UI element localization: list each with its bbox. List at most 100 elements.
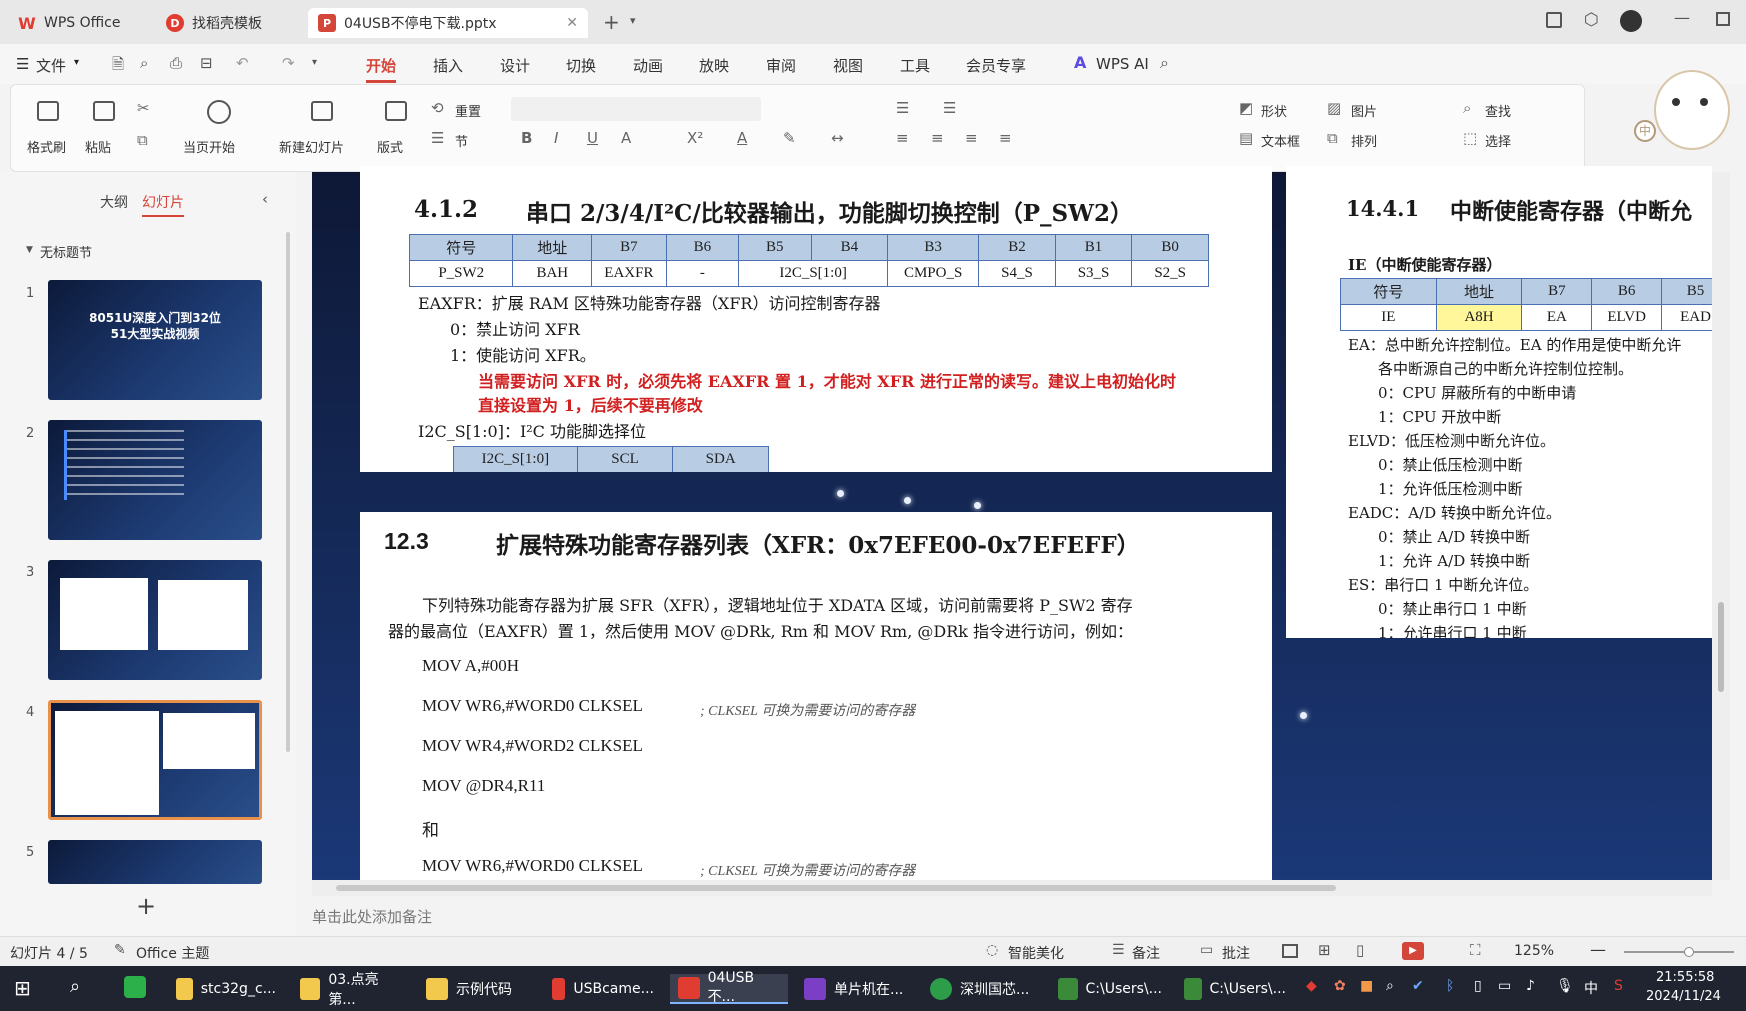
volume-icon[interactable]: ♪	[1526, 978, 1535, 994]
windows-start-icon[interactable]: ⊞	[14, 976, 31, 1000]
slide-thumbnail-4-selected[interactable]	[48, 700, 262, 820]
panel-scrollbar[interactable]	[286, 232, 290, 752]
from-current-button[interactable]: 当页开始	[183, 137, 235, 156]
menu-home[interactable]: 开始	[366, 55, 397, 83]
avatar[interactable]	[1620, 10, 1642, 32]
vertical-scrollbar[interactable]	[1712, 172, 1730, 880]
horizontal-scrollbar[interactable]	[312, 880, 1712, 896]
slide-thumbnail-3[interactable]	[48, 560, 262, 680]
paste-button[interactable]: 粘贴	[85, 137, 111, 156]
menu-view[interactable]: 视图	[833, 55, 863, 76]
taskbar-item-mcu[interactable]: 单片机在...	[796, 974, 914, 1004]
tray-app-icon[interactable]: ✿	[1334, 978, 1346, 994]
copy-icon[interactable]: ⧉	[137, 131, 148, 149]
play-slideshow-icon[interactable]: ▶	[1402, 942, 1424, 960]
reading-view-icon[interactable]: ▯	[1356, 941, 1364, 959]
taskbar-item-usbcamera[interactable]: USBcame...	[544, 974, 662, 1004]
slide-thumbnail-1[interactable]: 8051U深度入门到32位 51大型实战视频	[48, 280, 262, 400]
comment-button[interactable]: 批注	[1222, 943, 1250, 963]
sorter-view-icon[interactable]: ⊞	[1318, 941, 1331, 959]
wechat-icon[interactable]	[124, 976, 146, 998]
window-layout-icon[interactable]	[1546, 12, 1562, 28]
scroll-thumb[interactable]	[1718, 602, 1724, 692]
menu-file[interactable]: 文件	[36, 55, 66, 76]
tab-template[interactable]: D 找稻壳模板	[156, 8, 302, 38]
menu-review[interactable]: 审阅	[766, 55, 796, 76]
bullets-icon[interactable]: ☰	[896, 99, 909, 117]
preview-icon[interactable]: ⊟	[200, 54, 213, 72]
new-slide-button[interactable]: 新建幻灯片	[279, 137, 344, 156]
bluetooth-icon[interactable]: ᛒ	[1446, 978, 1454, 994]
find-button[interactable]: 查找	[1485, 101, 1511, 120]
network-icon[interactable]: ▭	[1498, 978, 1511, 994]
highlight-icon[interactable]: ✎	[783, 129, 796, 147]
tray-check-icon[interactable]: ✔	[1412, 978, 1424, 994]
hamburger-icon[interactable]: ☰	[16, 55, 29, 73]
clock-date[interactable]: 2024/11/24	[1646, 989, 1721, 1004]
tab-active-doc[interactable]: P 04USB不停电下载.pptx ✕	[308, 8, 588, 38]
menu-insert[interactable]: 插入	[433, 55, 463, 76]
ime-indicator[interactable]: 中	[1584, 978, 1598, 998]
cut-icon[interactable]: ✂	[137, 99, 150, 117]
notes-toggle[interactable]: 备注	[1132, 943, 1160, 963]
search-icon[interactable]: ⌕	[1160, 53, 1169, 73]
taskbar-item-editor[interactable]: C:\Users\...	[1050, 974, 1170, 1004]
taskbar-item-editor[interactable]: C:\Users\...	[1176, 974, 1294, 1004]
taskbar-item-wps-active[interactable]: 04USB不...	[670, 970, 788, 1005]
save-icon[interactable]: 🗎	[112, 54, 124, 79]
fit-window-icon[interactable]: ⛶	[1470, 941, 1481, 959]
italic-icon[interactable]: I	[554, 129, 558, 147]
align-center-icon[interactable]: ≡	[931, 129, 944, 147]
minimize-icon[interactable]: —	[1674, 8, 1690, 27]
align-left-icon[interactable]: ≡	[896, 129, 909, 147]
tray-app-icon[interactable]: ■	[1360, 978, 1373, 994]
maximize-icon[interactable]	[1716, 12, 1730, 26]
file-chevron-icon[interactable]: ▾	[74, 57, 79, 68]
superscript-icon[interactable]: X²	[687, 129, 703, 147]
section-title[interactable]: 无标题节	[40, 242, 92, 261]
align-right-icon[interactable]: ≡	[965, 129, 978, 147]
menu-member[interactable]: 会员专享	[966, 55, 1026, 76]
layout-icon[interactable]	[385, 101, 407, 121]
section-chevron-icon[interactable]: ▼	[26, 245, 33, 255]
tab-list-chevron-icon[interactable]: ▾	[630, 14, 636, 27]
tray-wps-icon[interactable]: ◆	[1306, 978, 1317, 994]
tray-search-icon[interactable]: ⌕	[1386, 978, 1394, 994]
char-spacing-icon[interactable]: ↔	[831, 129, 844, 147]
underline-icon[interactable]: U	[587, 129, 598, 147]
zoom-out-icon[interactable]: —	[1590, 940, 1606, 959]
normal-view-icon[interactable]	[1282, 944, 1298, 958]
zoom-level[interactable]: 125%	[1514, 943, 1554, 959]
zoom-slider[interactable]	[1624, 947, 1734, 957]
theme-name[interactable]: Office 主题	[136, 943, 209, 963]
font-color-icon[interactable]: A	[737, 129, 747, 147]
paste-icon[interactable]	[93, 101, 115, 121]
search-doc-icon[interactable]: ⌕	[140, 54, 148, 72]
scroll-thumb[interactable]	[336, 885, 1336, 891]
tab-wps-office[interactable]: W WPS Office	[8, 8, 150, 38]
ime-zhong-icon[interactable]: 中	[1634, 120, 1656, 142]
taskbar-search-icon[interactable]: ⌕	[70, 976, 80, 997]
add-slide-icon[interactable]: +	[136, 892, 156, 920]
shape-button[interactable]: 形状	[1261, 101, 1287, 120]
more-chevron-icon[interactable]: ▾	[312, 57, 317, 68]
clock-time[interactable]: 21:55:58	[1656, 970, 1714, 985]
reset-button[interactable]: 重置	[455, 101, 481, 120]
bold-icon[interactable]: B	[521, 129, 532, 147]
tray-app-icon[interactable]: S	[1614, 978, 1623, 994]
layout-button[interactable]: 版式	[377, 137, 403, 156]
taskbar-item-chrome[interactable]: 深圳国芯...	[922, 974, 1042, 1004]
tab-outline[interactable]: 大纲	[100, 192, 128, 212]
taskbar-item-folder[interactable]: stc32g_c...	[168, 974, 284, 1004]
notes-placeholder[interactable]: 单击此处添加备注	[312, 906, 432, 927]
redo-icon[interactable]: ↷	[282, 54, 295, 72]
strike-icon[interactable]: A	[621, 129, 631, 147]
slide-thumbnail-2[interactable]	[48, 420, 262, 540]
battery-icon[interactable]: ▯	[1474, 978, 1482, 994]
cube-icon[interactable]: ⬡	[1584, 10, 1599, 30]
textbox-button[interactable]: 文本框	[1261, 131, 1300, 150]
numbering-icon[interactable]: ☰	[943, 99, 956, 117]
notes-pane[interactable]: 单击此处添加备注	[296, 900, 1746, 930]
arrange-button[interactable]: 排列	[1351, 131, 1377, 150]
picture-button[interactable]: 图片	[1351, 101, 1377, 120]
